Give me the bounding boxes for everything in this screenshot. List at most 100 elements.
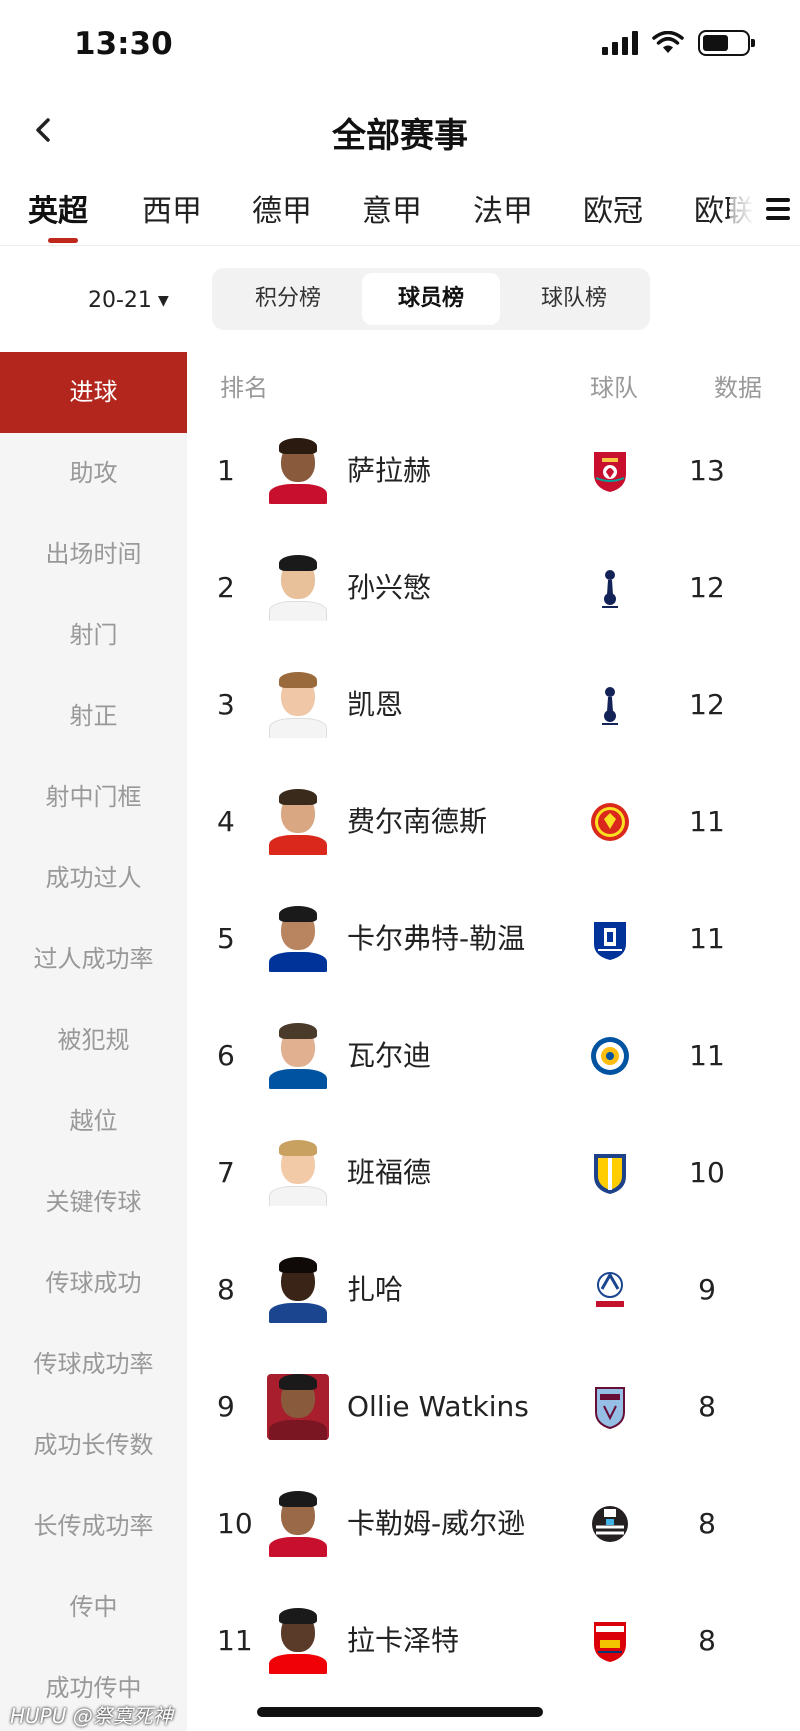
rank-number: 7: [217, 1156, 235, 1189]
player-name: 班福德: [347, 1155, 432, 1189]
tab-champions-league[interactable]: 欧冠: [583, 186, 643, 230]
stat-value: 11: [689, 1039, 725, 1072]
tab-serie-a[interactable]: 意甲: [362, 186, 422, 230]
season-label: 20-21: [88, 288, 152, 313]
nav-bar: 全部赛事: [0, 90, 800, 170]
stat-value: 11: [689, 805, 725, 838]
header-rank: 排名: [220, 374, 268, 402]
table-row[interactable]: 7 班福德 10: [187, 1114, 800, 1231]
sidebar-item-pass-accuracy[interactable]: 传球成功率: [0, 1324, 187, 1405]
sidebar-item-fouled[interactable]: 被犯规: [0, 1000, 187, 1081]
rank-number: 8: [217, 1273, 235, 1306]
wifi-icon: [652, 31, 684, 53]
sidebar-item-passes-completed[interactable]: 传球成功: [0, 1243, 187, 1324]
table-row[interactable]: 10 卡勒姆-威尔逊 8: [187, 1465, 800, 1582]
player-name: 卡勒姆-威尔逊: [347, 1506, 526, 1540]
stat-value: 10: [689, 1156, 725, 1189]
sidebar-item-shots-on-target[interactable]: 射正: [0, 676, 187, 757]
player-name: 费尔南德斯: [347, 804, 488, 838]
stat-value: 9: [698, 1273, 716, 1306]
table-row[interactable]: 11 拉卡泽特 8: [187, 1582, 800, 1699]
player-avatar: [267, 555, 329, 621]
stat-value: 8: [698, 1390, 716, 1423]
leicester-crest-icon: [591, 1037, 629, 1075]
leeds-crest-icon: [594, 1154, 626, 1194]
player-avatar: [267, 672, 329, 738]
sidebar-item-dribbles[interactable]: 成功过人: [0, 838, 187, 919]
table-row[interactable]: 2 孙兴慜 12: [187, 529, 800, 646]
manchester-united-crest-icon: [591, 803, 629, 841]
arsenal-crest-icon: [594, 1622, 626, 1662]
home-indicator[interactable]: [257, 1707, 543, 1717]
segment-player-ranking[interactable]: 球员榜: [362, 273, 500, 325]
newcastle-crest-icon: [592, 1506, 628, 1542]
league-tabs: 英超 西甲 德甲 意甲 法甲 欧冠 欧联: [0, 176, 800, 246]
stat-value: 8: [698, 1507, 716, 1540]
header-team: 球队: [590, 374, 638, 402]
sidebar-item-goals[interactable]: 进球: [0, 352, 187, 433]
table-row[interactable]: 5 卡尔弗特-勒温 11: [187, 880, 800, 997]
player-avatar: [267, 789, 329, 855]
tab-premier-league[interactable]: 英超: [28, 186, 88, 230]
table-row[interactable]: 4 费尔南德斯 11: [187, 763, 800, 880]
sidebar-item-crosses[interactable]: 传中: [0, 1567, 187, 1648]
player-avatar: [267, 1608, 329, 1674]
rank-number: 11: [217, 1624, 253, 1657]
menu-icon[interactable]: [730, 176, 800, 244]
stat-value: 13: [689, 454, 725, 487]
rank-number: 9: [217, 1390, 235, 1423]
liverpool-crest-icon: [594, 452, 626, 492]
player-name: 卡尔弗特-勒温: [347, 921, 526, 955]
player-avatar: [267, 1140, 329, 1206]
player-name: 扎哈: [347, 1272, 404, 1306]
crystal-palace-crest-icon: [596, 1271, 624, 1307]
player-avatar: [267, 1023, 329, 1089]
stat-value: 11: [689, 922, 725, 955]
segment-team-ranking[interactable]: 球队榜: [505, 273, 643, 325]
table-row[interactable]: 6 瓦尔迪 11: [187, 997, 800, 1114]
header-data: 数据: [714, 374, 762, 402]
sidebar-item-dribble-rate[interactable]: 过人成功率: [0, 919, 187, 1000]
rank-number: 6: [217, 1039, 235, 1072]
cellular-signal-icon: [602, 31, 638, 55]
tab-bundesliga[interactable]: 德甲: [252, 186, 312, 230]
season-select[interactable]: 20-21 ▼: [88, 288, 169, 313]
sidebar-item-long-ball-accuracy[interactable]: 长传成功率: [0, 1486, 187, 1567]
tab-la-liga[interactable]: 西甲: [142, 186, 202, 230]
player-avatar: [267, 438, 329, 504]
sidebar-item-hit-woodwork[interactable]: 射中门框: [0, 757, 187, 838]
table-row[interactable]: 1 萨拉赫 13: [187, 412, 800, 529]
status-icons: [602, 30, 755, 56]
battery-icon: [698, 30, 755, 56]
segment-standings[interactable]: 积分榜: [219, 273, 357, 325]
player-avatar: [267, 1491, 329, 1557]
sidebar-item-offsides[interactable]: 越位: [0, 1081, 187, 1162]
watermark: HUPU @祭寞死神: [10, 1704, 173, 1728]
player-avatar: [267, 1257, 329, 1323]
player-name: 萨拉赫: [347, 453, 432, 487]
player-name: 瓦尔迪: [347, 1038, 432, 1072]
sidebar-item-minutes[interactable]: 出场时间: [0, 514, 187, 595]
status-time: 13:30: [74, 26, 173, 62]
status-bar: 13:30: [0, 0, 800, 90]
everton-crest-icon: [594, 922, 626, 960]
rank-number: 4: [217, 805, 235, 838]
player-avatar: [267, 1374, 329, 1440]
active-tab-indicator: [48, 238, 78, 243]
player-avatar: [267, 906, 329, 972]
sidebar-item-assists[interactable]: 助攻: [0, 433, 187, 514]
stat-value: 12: [689, 688, 725, 721]
aston-villa-crest-icon: [595, 1387, 625, 1430]
sidebar-item-shots[interactable]: 射门: [0, 595, 187, 676]
table-row[interactable]: 8 扎哈 9: [187, 1231, 800, 1348]
sidebar-item-long-balls[interactable]: 成功长传数: [0, 1405, 187, 1486]
sidebar-item-key-passes[interactable]: 关键传球: [0, 1162, 187, 1243]
table-row[interactable]: 3 凯恩 12: [187, 646, 800, 763]
ranking-type-segmented-control: 积分榜 球员榜 球队榜: [212, 268, 650, 330]
page-title: 全部赛事: [332, 116, 468, 156]
tottenham-crest-icon: [602, 570, 618, 608]
table-row[interactable]: 9 Ollie Watkins 8: [187, 1348, 800, 1465]
player-name: 孙兴慜: [347, 570, 432, 604]
rank-number: 5: [217, 922, 235, 955]
tab-ligue-1[interactable]: 法甲: [473, 186, 533, 230]
